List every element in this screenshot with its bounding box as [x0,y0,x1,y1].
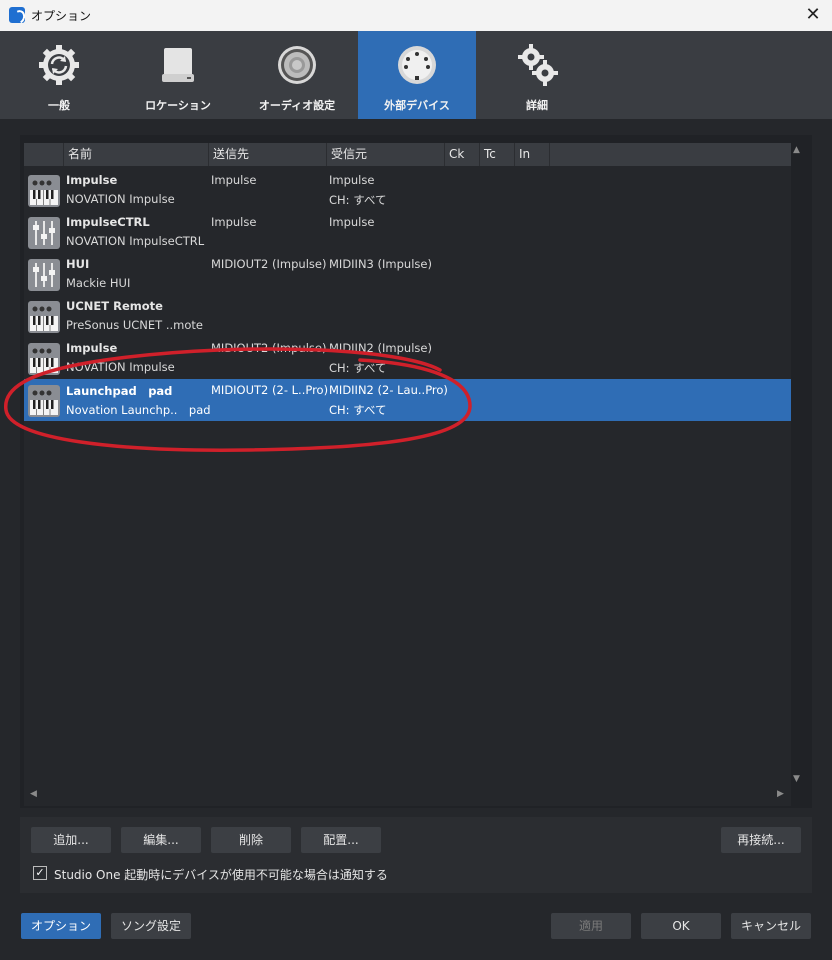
drive-icon [162,48,194,82]
tab-location[interactable]: ロケーション [119,31,237,119]
ok-button[interactable]: OK [641,913,721,939]
device-model: Mackie HUI [66,276,131,290]
gears-icon [518,44,558,86]
tab-external-devices[interactable]: 外部デバイス [358,31,476,119]
title-bar: オプション ✕ [0,0,832,32]
midi-connector-icon [398,46,436,84]
mixer-icon [28,259,60,291]
edit-button[interactable]: 編集... [121,827,201,853]
device-receive: Impulse [329,215,375,229]
apply-button[interactable]: 適用 [551,913,631,939]
table-row[interactable]: Impulse NOVATION Impulse Impulse Impulse… [24,169,791,211]
add-button[interactable]: 追加... [31,827,111,853]
column-header-in[interactable]: In [515,143,550,166]
cancel-button[interactable]: キャンセル [731,913,811,939]
app-icon [9,7,25,23]
device-send: Impulse [211,215,257,229]
remove-button[interactable]: 削除 [211,827,291,853]
sync-gear-icon [39,45,79,85]
device-channel: CH: すべて [329,193,387,207]
speaker-icon [278,46,316,84]
keyboard-icon [28,301,60,333]
device-model: PreSonus UCNET ..mote [66,318,203,332]
column-header-send[interactable]: 送信先 [209,143,327,166]
device-name: HUI [66,257,90,271]
tab-label: 外部デバイス [384,99,450,112]
column-header-receive[interactable]: 受信元 [327,143,445,166]
annotation-circle [4,347,472,452]
device-name: ImpulseCTRL [66,215,150,229]
device-model: NOVATION ImpulseCTRL [66,234,205,248]
tab-advanced[interactable]: 詳細 [478,31,596,119]
device-model: NOVATION Impulse [66,192,175,206]
device-receive: MIDIIN3 (Impulse) [329,257,432,271]
scroll-down-arrow[interactable]: ▼ [793,774,800,784]
tab-label: 詳細 [526,99,548,112]
device-list[interactable]: 名前 送信先 受信元 Ck Tc In Impulse NOVATION Imp… [24,143,791,806]
device-name: UCNET Remote [66,299,163,313]
table-row[interactable]: HUI Mackie HUI MIDIOUT2 (Impulse) MIDIIN… [24,253,791,295]
table-row[interactable]: UCNET Remote PreSonus UCNET ..mote [24,295,791,337]
song-settings-button[interactable]: ソング設定 [111,913,191,939]
column-header-name[interactable]: 名前 [64,143,209,166]
column-header-icon [24,143,64,166]
options-button[interactable]: オプション [21,913,101,939]
category-tabs: 一般 ロケーション オーディオ設定 外部デバイス 詳細 [0,31,832,119]
placement-button[interactable]: 配置... [301,827,381,853]
device-send: MIDIOUT2 (Impulse) [211,257,327,271]
reconnect-button[interactable]: 再接続... [721,827,801,853]
device-name: Impulse [66,173,118,187]
scroll-up-arrow[interactable]: ▲ [793,145,800,155]
window-title: オプション [31,9,92,23]
notify-checkbox-label: Studio One 起動時にデバイスが使用不可能な場合は通知する [54,868,388,882]
scroll-right-arrow[interactable]: ▶ [777,789,784,799]
column-header-tc[interactable]: Tc [480,143,515,166]
device-receive: Impulse [329,173,375,187]
tab-label: オーディオ設定 [258,99,336,112]
device-send: Impulse [211,173,257,187]
close-button[interactable]: ✕ [802,4,824,26]
mixer-icon [28,217,60,249]
scroll-left-arrow[interactable]: ◀ [30,789,37,799]
tab-label: 一般 [48,99,70,112]
tab-general[interactable]: 一般 [0,31,118,119]
list-header: 名前 送信先 受信元 Ck Tc In [24,143,791,166]
tab-label: ロケーション [145,99,211,112]
column-header-ck[interactable]: Ck [445,143,480,166]
keyboard-icon [28,175,60,207]
table-row[interactable]: ImpulseCTRL NOVATION ImpulseCTRL Impulse… [24,211,791,253]
tab-audio-settings[interactable]: オーディオ設定 [238,31,356,119]
notify-checkbox[interactable]: ✓ [33,866,47,880]
